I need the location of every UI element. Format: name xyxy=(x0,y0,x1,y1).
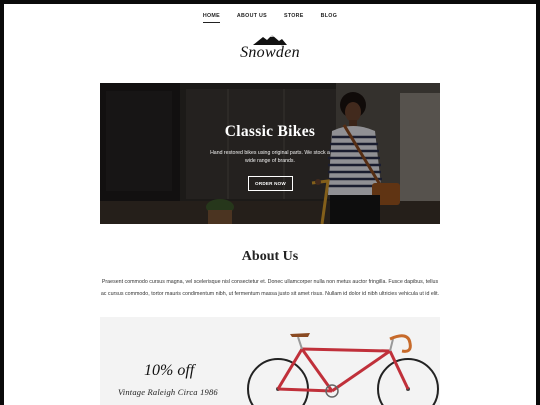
promo-product: Vintage Raleigh Circa 1986 xyxy=(118,387,218,397)
bicycle-image xyxy=(247,333,439,405)
hero-banner: Classic Bikes Hand restored bikes using … xyxy=(100,83,440,224)
about-body: Praesent commodo cursus magna, vel scele… xyxy=(100,279,440,297)
promo-banner[interactable]: 10% off Vintage Raleigh Circa 1986 xyxy=(100,317,440,405)
main-nav: HOME ABOUT US STORE BLOG xyxy=(4,13,536,23)
hero-title: Classic Bikes xyxy=(224,123,316,140)
about-heading: About Us xyxy=(241,249,299,264)
nav-store-link[interactable]: STORE xyxy=(284,13,304,23)
brand-name: Snowden xyxy=(240,44,300,61)
nav-home-link[interactable]: HOME xyxy=(202,13,220,23)
nav-blog-link[interactable]: BLOG xyxy=(321,13,338,23)
nav-about-link[interactable]: ABOUT US xyxy=(237,13,267,23)
page: HOME ABOUT US STORE BLOG Snowden Classic… xyxy=(4,4,536,405)
promo-discount: 10% off xyxy=(144,362,195,379)
order-now-button[interactable]: ORDER NOW xyxy=(248,176,293,191)
hero-subtitle: Hand restored bikes using original parts… xyxy=(210,150,330,165)
site-logo[interactable]: Snowden xyxy=(4,35,536,62)
